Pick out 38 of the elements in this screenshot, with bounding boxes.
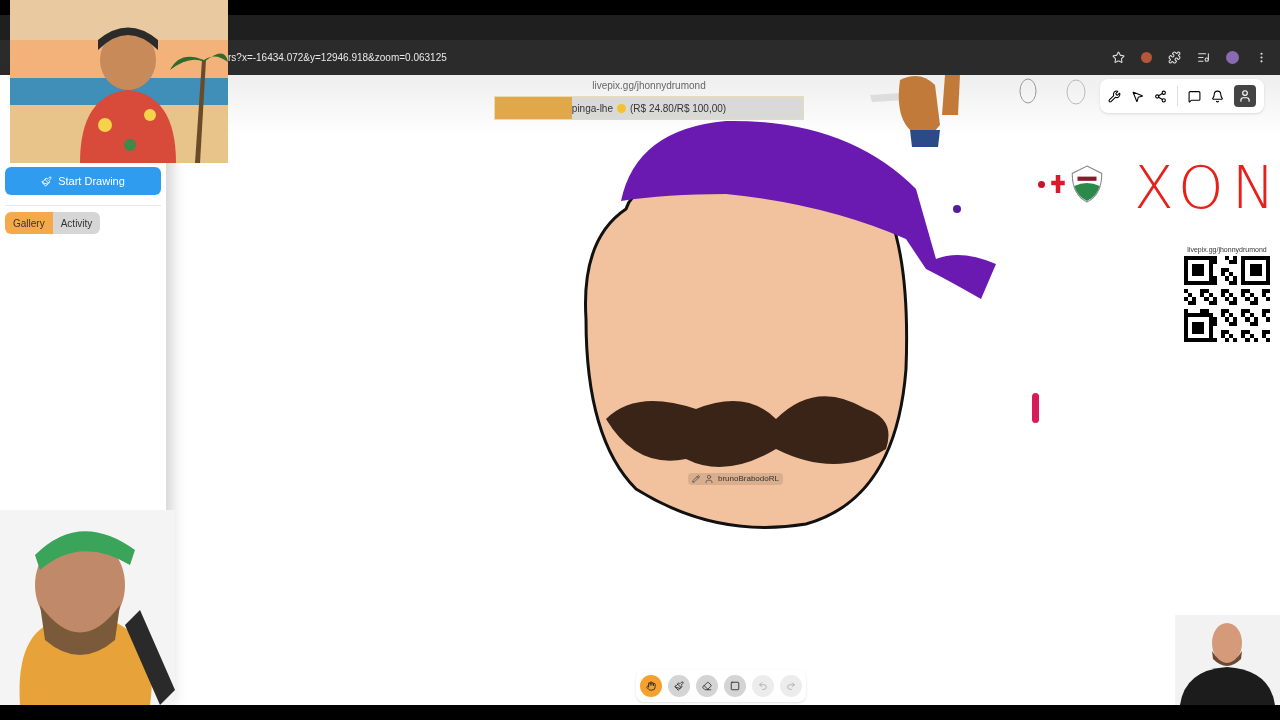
sidebar-tab[interactable]: Activity [52, 212, 101, 234]
goal-amount: (R$ 24.80/R$ 100,00) [630, 101, 727, 116]
extension-icon[interactable] [1141, 52, 1152, 63]
cross-icon [1051, 175, 1065, 193]
emoji-icon [617, 103, 626, 113]
chat-icon[interactable] [1188, 89, 1201, 103]
pointer-icon[interactable] [1131, 89, 1144, 103]
brush-stroke [1032, 393, 1039, 423]
pen-icon [674, 681, 684, 691]
shield-icon [1071, 165, 1103, 203]
handwritten-scribble: XON [1134, 159, 1280, 217]
hand-tool-button[interactable] [640, 675, 662, 697]
wrench-icon[interactable] [1108, 89, 1121, 103]
eraser-tool-button[interactable] [696, 675, 718, 697]
donation-link[interactable]: livepix.gg/jhonnydrumond [592, 78, 706, 93]
eraser-icon [702, 681, 712, 691]
qr-code-icon [1184, 255, 1270, 342]
brush-icon [41, 175, 53, 187]
bell-icon[interactable] [1211, 89, 1224, 103]
media-icon[interactable] [1197, 51, 1210, 64]
rectangle-tool-button[interactable] [724, 675, 746, 697]
pen-tool-button[interactable] [668, 675, 690, 697]
profile-avatar-icon[interactable] [1226, 51, 1239, 64]
goal-label: pinga-lhe [571, 101, 613, 116]
user-icon [704, 474, 714, 484]
undo-icon [758, 681, 768, 691]
cursor-username: brunoBrabodoRL [718, 473, 779, 485]
user-icon [1238, 89, 1252, 103]
bookmark-star-icon[interactable] [1112, 51, 1125, 64]
pencil-icon [692, 475, 700, 483]
account-button[interactable] [1234, 85, 1256, 107]
sidebar-tab[interactable]: Gallery [5, 212, 53, 234]
hand-icon [646, 681, 656, 691]
url-text[interactable]: rs?x=-16434.072&y=12946.918&zoom=0.063125 [228, 50, 1096, 65]
redo-icon [786, 681, 796, 691]
puzzle-icon[interactable] [1168, 51, 1181, 64]
share-icon[interactable] [1154, 89, 1167, 103]
rectangle-icon [730, 681, 740, 691]
